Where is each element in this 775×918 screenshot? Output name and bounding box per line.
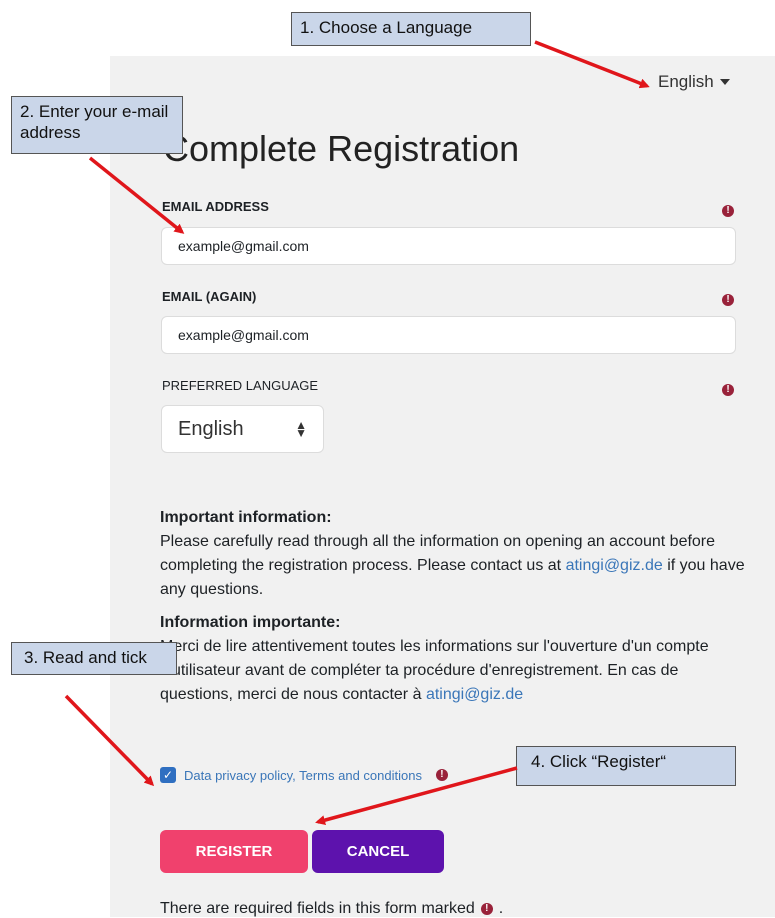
required-note-text: There are required fields in this form m… xyxy=(160,900,475,917)
required-note: There are required fields in this form m… xyxy=(160,900,503,918)
callout-click-register: 4. Click “Register“ xyxy=(516,746,736,786)
terms-checkbox-row: ✓ Data privacy policy, Terms and conditi… xyxy=(160,767,448,783)
terms-checkbox[interactable]: ✓ xyxy=(160,767,176,783)
preferred-language-value: English xyxy=(178,417,244,440)
terms-link[interactable]: Data privacy policy, Terms and condition… xyxy=(184,768,422,783)
callout-read-tick: 3. Read and tick xyxy=(11,642,177,675)
caret-down-icon xyxy=(719,79,730,85)
info-en-heading: Important information: xyxy=(160,509,332,526)
required-note-end: . xyxy=(498,900,504,917)
callout-enter-email: 2. Enter your e-mail address xyxy=(11,96,183,154)
language-dropdown[interactable]: English xyxy=(658,72,730,92)
email-input[interactable] xyxy=(161,227,736,265)
page-title: Complete Registration xyxy=(163,128,520,169)
contact-email-link-fr[interactable]: atingi@giz.de xyxy=(426,686,523,703)
contact-email-link[interactable]: atingi@giz.de xyxy=(566,557,663,574)
email-again-input[interactable] xyxy=(161,316,736,354)
email-label: EMAIL ADDRESS xyxy=(162,199,269,214)
form-panel xyxy=(110,56,775,917)
language-dropdown-label: English xyxy=(658,72,714,91)
preferred-language-select[interactable]: English ▲ ▼ xyxy=(161,405,324,453)
info-fr-heading: Information importante: xyxy=(160,614,341,631)
required-icon: ! xyxy=(435,769,448,781)
email-again-label: EMAIL (AGAIN) xyxy=(162,289,257,304)
info-english: Important information: Please carefully … xyxy=(160,506,750,602)
info-french: Information importante: Merci de lire at… xyxy=(160,611,750,707)
register-button[interactable]: REGISTER xyxy=(160,830,308,873)
required-icon: ! xyxy=(722,205,734,217)
check-icon: ✓ xyxy=(162,768,174,782)
required-icon: ! xyxy=(722,294,734,306)
required-icon: ! xyxy=(480,903,493,915)
required-icon: ! xyxy=(722,384,734,396)
preferred-language-label: PREFERRED LANGUAGE xyxy=(162,378,319,393)
updown-icon: ▲ ▼ xyxy=(295,418,307,440)
callout-choose-language: 1. Choose a Language xyxy=(291,12,531,46)
cancel-button[interactable]: CANCEL xyxy=(312,830,444,873)
